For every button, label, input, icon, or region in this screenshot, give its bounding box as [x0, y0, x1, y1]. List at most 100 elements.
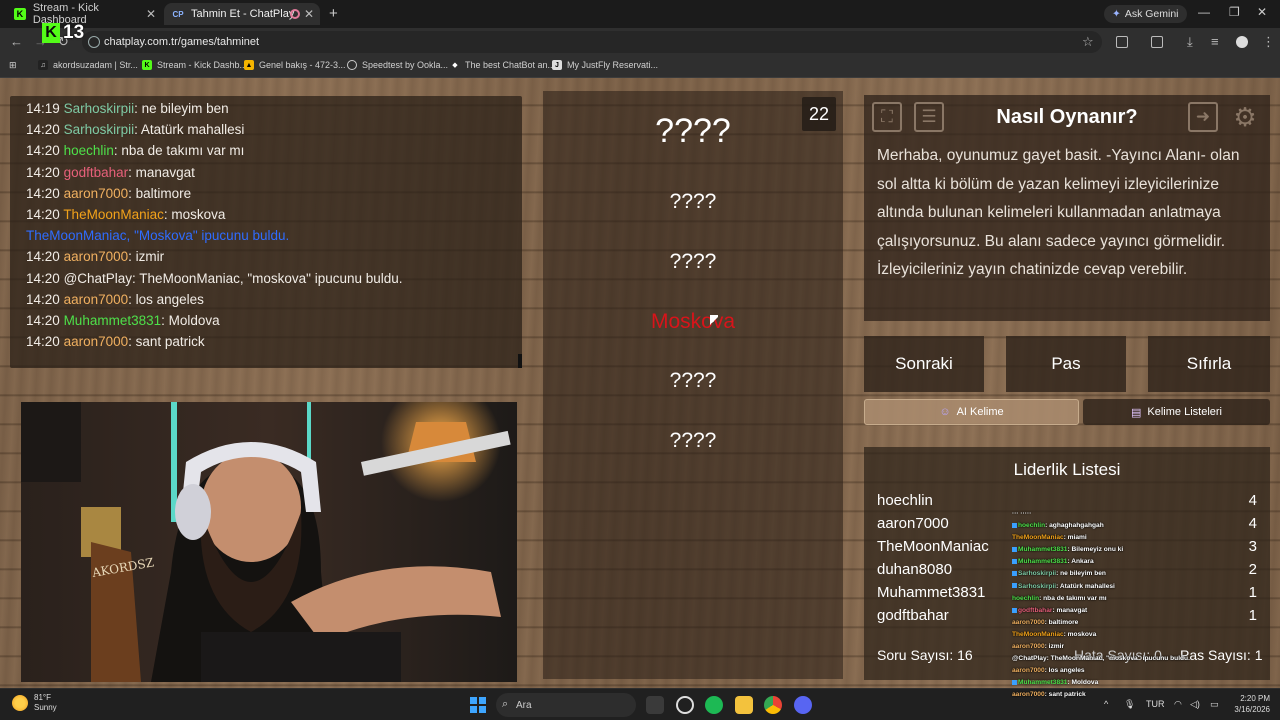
chat-username[interactable]: aaron7000 [64, 249, 129, 264]
player-score: 1 [1248, 584, 1257, 601]
overlay-username: aaron7000 [1012, 618, 1045, 626]
chat-username[interactable]: aaron7000 [64, 334, 129, 349]
chat-username[interactable]: Muhammet3831 [64, 313, 162, 328]
chat-message: 14:20 godftbahar: manavgat [26, 162, 506, 183]
chat-text: : ne bileyim ben [134, 101, 229, 116]
chat-time: 14:20 [26, 334, 60, 350]
leaderboard-title: Liderlik Listesi [1013, 460, 1121, 479]
bookmark-item[interactable]: ▲ Genel bakış - 472-3... [244, 60, 346, 70]
chatbot-favicon-icon: ◆ [452, 62, 458, 69]
bookmark-item[interactable]: ◆ The best ChatBot an... [450, 60, 555, 70]
chat-username[interactable]: @ChatPlay [64, 271, 132, 286]
obs-icon[interactable] [676, 696, 694, 714]
battery-icon[interactable]: ▭ [1210, 699, 1219, 710]
chat-time: 14:20 [26, 143, 60, 159]
overlay-text: ··· ····· [1012, 510, 1032, 517]
tab-chatplay[interactable]: CP Tahmin Et - ChatPlay ✕ [164, 3, 320, 25]
task-view-icon[interactable] [646, 696, 664, 714]
speedtest-favicon-icon [347, 60, 357, 70]
search-icon: ⌕ [502, 698, 509, 710]
logout-icon[interactable]: ➜ [1188, 102, 1218, 132]
robot-icon: ☺ [939, 406, 951, 418]
word-lists-tab[interactable]: ▤ Kelime Listeleri [1083, 399, 1270, 425]
volume-icon[interactable]: ◁) [1190, 699, 1200, 710]
overlay-text: : aghaghahgahgah [1045, 522, 1104, 530]
chat-message: 14:19 Sarhoskirpii: ne bileyim ben [26, 98, 506, 119]
hidden-word: ???? [669, 369, 717, 392]
clock-date: 3/16/2026 [1234, 705, 1270, 714]
close-tab-icon[interactable]: ✕ [304, 7, 314, 21]
bookmark-item[interactable]: ♫ akordsuzadam | Str... [38, 60, 138, 70]
player-name: Muhammet3831 [877, 584, 986, 601]
taskbar-search[interactable]: ⌕ Ara [496, 693, 636, 717]
chat-text: : TheMoonManiac, "moskova" ipucunu buldu… [132, 270, 403, 286]
player-score: 1 [1248, 607, 1257, 624]
bookmark-star-icon[interactable]: ☆ [1082, 34, 1094, 50]
overlay-chat-line: TheMoonManiac: moskova [1012, 629, 1177, 641]
cast-icon[interactable] [1151, 36, 1163, 48]
system-clock[interactable]: 2:20 PM 3/16/2026 [1228, 693, 1270, 715]
site-info-icon[interactable] [88, 36, 100, 48]
overlay-text: : TheMoonManiac, "moskova" ipucunu buldu… [1046, 655, 1190, 663]
overlay-username: Sarhoskirpii [1018, 570, 1057, 578]
bookmark-item[interactable]: J My JustFly Reservati... [552, 60, 658, 70]
chat-message: 14:20 Sarhoskirpii: Atatürk mahallesi [26, 119, 506, 140]
chat-username[interactable]: aaron7000 [64, 186, 129, 201]
player-name: godftbahar [877, 607, 949, 624]
ai-word-tab[interactable]: ☺ AI Kelime [864, 399, 1079, 425]
chat-scrollbar[interactable] [518, 354, 522, 368]
chat-username[interactable]: TheMoonManiac, [26, 228, 130, 243]
restore-icon[interactable]: ❐ [1229, 5, 1240, 19]
pass-button[interactable]: Pas [1006, 336, 1126, 392]
weather-widget[interactable]: 81°F Sunny [12, 693, 57, 713]
chat-username[interactable]: Sarhoskirpii [64, 122, 135, 137]
profile-avatar-icon[interactable] [1236, 36, 1248, 48]
overlay-chat-line: Muhammet3831: Bilemeyiz onu ki [1012, 544, 1177, 556]
mouse-cursor-icon [710, 315, 718, 327]
close-tab-icon[interactable]: ✕ [146, 7, 156, 21]
overlay-text: : moskova [1063, 630, 1097, 638]
chat-username[interactable]: aaron7000 [64, 292, 129, 307]
bookmark-label: Stream - Kick Dashb... [157, 60, 248, 70]
streamer-webcam-image: AKORDSZ [21, 402, 517, 682]
hidden-word: ???? [669, 429, 717, 452]
subscriber-badge-icon [1012, 607, 1017, 613]
ask-gemini-button[interactable]: ✦ Ask Gemini [1104, 5, 1187, 23]
settings-gear-icon[interactable]: ⚙ [1230, 102, 1260, 132]
overlay-username: aaron7000 [1012, 691, 1045, 699]
menu-kebab-icon[interactable]: ⋮ [1262, 34, 1275, 50]
chrome-icon[interactable] [764, 696, 782, 714]
player-name: TheMoonManiac [877, 538, 989, 555]
download-icon[interactable]: ⤓ [1187, 34, 1193, 50]
chat-message: 14:20 Muhammet3831: Moldova [26, 310, 506, 331]
bookmark-item[interactable]: Speedtest by Ookla... [347, 60, 448, 70]
kick-favicon-icon: K [14, 8, 26, 20]
chat-username[interactable]: Sarhoskirpii [64, 101, 135, 116]
chat-time: 14:20 [26, 207, 60, 223]
new-tab-button[interactable]: + [329, 5, 338, 22]
reading-list-icon[interactable]: ≡ [1211, 34, 1219, 49]
bookmark-item[interactable]: K Stream - Kick Dashb... [142, 60, 247, 70]
apps-grid-icon[interactable]: ⊞ [9, 60, 17, 71]
overlay-chat-line: Muhammet3831: Ankara [1012, 556, 1177, 568]
subscriber-badge-icon [1012, 571, 1017, 577]
overlay-chat-line: ··· ····· [1012, 508, 1177, 520]
chat-username[interactable]: TheMoonManiac [63, 207, 164, 222]
url-text: chatplay.com.tr/games/tahminet [104, 36, 260, 48]
spotify-icon[interactable] [705, 696, 723, 714]
close-window-icon[interactable]: ✕ [1257, 5, 1267, 19]
player-name: hoechlin [877, 492, 933, 509]
back-arrow-icon[interactable]: ← [10, 34, 23, 49]
minimize-icon[interactable]: — [1198, 5, 1210, 19]
chat-username[interactable]: godftbahar [64, 165, 129, 180]
extensions-icon[interactable] [1116, 36, 1128, 48]
discord-icon[interactable] [794, 696, 812, 714]
start-button[interactable] [470, 697, 486, 713]
next-button[interactable]: Sonraki [864, 336, 984, 392]
bookmark-label: akordsuzadam | Str... [53, 60, 138, 70]
overlay-text: : izmir [1044, 643, 1065, 651]
file-explorer-icon[interactable] [735, 696, 753, 714]
chat-username[interactable]: hoechlin [64, 143, 114, 158]
url-input[interactable]: chatplay.com.tr/games/tahminet [82, 31, 1102, 53]
reset-button[interactable]: Sıfırla [1148, 336, 1270, 392]
